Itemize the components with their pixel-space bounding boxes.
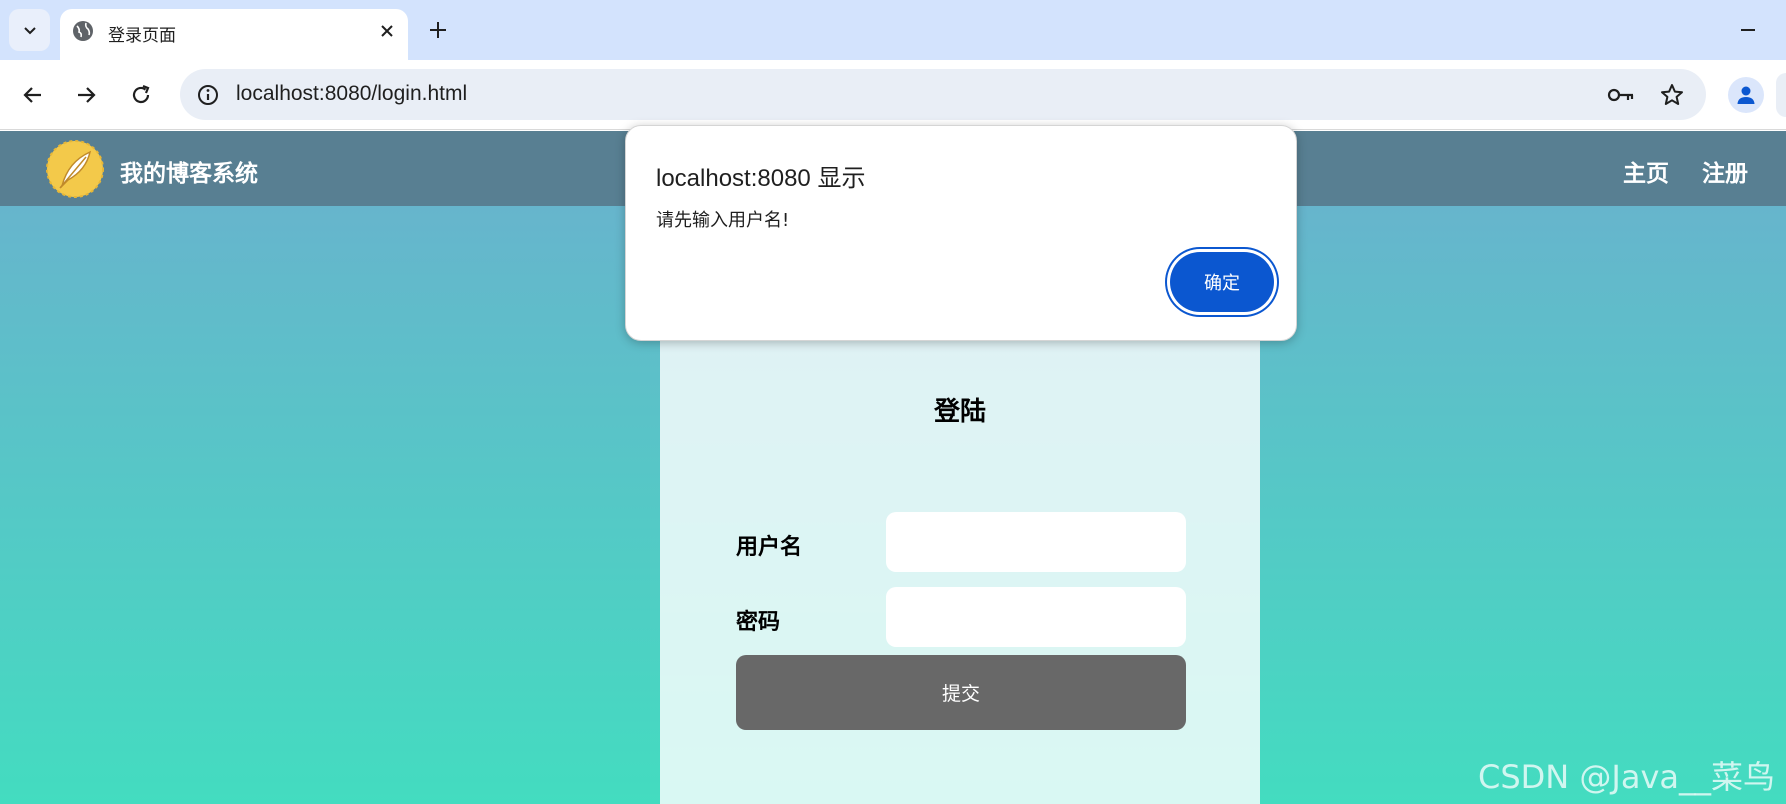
- reload-button[interactable]: [123, 77, 159, 113]
- arrow-left-icon: [23, 87, 41, 103]
- dialog-ok-button[interactable]: 确定: [1170, 252, 1274, 312]
- reload-icon: [132, 84, 150, 104]
- password-input[interactable]: [886, 587, 1186, 647]
- url-text[interactable]: localhost:8080/login.html: [236, 82, 467, 106]
- tab-search-button[interactable]: [9, 9, 50, 51]
- key-icon: [1607, 88, 1634, 102]
- nav-link-home[interactable]: 主页: [1623, 154, 1669, 188]
- forward-button[interactable]: [68, 77, 104, 113]
- menu-edge[interactable]: [1776, 73, 1786, 117]
- username-label: 用户名: [736, 535, 803, 560]
- person-icon: [1737, 86, 1755, 104]
- password-label: 密码: [736, 610, 781, 635]
- profile-button[interactable]: [1728, 77, 1764, 113]
- watermark: CSDN @Java__菜鸟: [1478, 758, 1776, 796]
- tab-strip: 登录页面: [0, 0, 1786, 60]
- minimize-icon: [1741, 29, 1755, 31]
- dialog-title: localhost:8080 显示: [656, 165, 866, 192]
- arrow-right-icon: [78, 87, 96, 103]
- login-title: 登陆: [933, 397, 986, 427]
- star-icon: [1661, 84, 1683, 105]
- active-tab[interactable]: 登录页面: [60, 9, 408, 60]
- window-minimize-button[interactable]: [1734, 16, 1762, 44]
- back-button[interactable]: [15, 77, 51, 113]
- login-card: 登陆 用户名 密码 提交: [660, 331, 1260, 804]
- address-bar[interactable]: localhost:8080/login.html: [180, 69, 1706, 120]
- browser-toolbar: localhost:8080/login.html: [0, 60, 1786, 130]
- info-icon: [197, 84, 218, 105]
- chevron-down-icon: [23, 27, 36, 35]
- feather-logo-icon: [46, 140, 104, 198]
- bookmark-button[interactable]: [1657, 80, 1687, 110]
- dialog-message: 请先输入用户名!: [656, 210, 790, 231]
- submit-button[interactable]: 提交: [736, 655, 1186, 730]
- plus-icon: [430, 22, 446, 38]
- globe-icon: [73, 21, 93, 41]
- username-input[interactable]: [886, 512, 1186, 572]
- new-tab-button[interactable]: [424, 16, 452, 44]
- site-title: 我的博客系统: [120, 161, 258, 187]
- tab-title: 登录页面: [108, 26, 176, 46]
- alert-dialog: localhost:8080 显示 请先输入用户名! 确定: [625, 125, 1297, 341]
- tab-close-button[interactable]: [374, 18, 400, 44]
- password-key-button[interactable]: [1606, 80, 1636, 110]
- nav-link-register[interactable]: 注册: [1702, 154, 1748, 188]
- site-info-button[interactable]: [194, 81, 221, 108]
- close-icon: [381, 25, 393, 37]
